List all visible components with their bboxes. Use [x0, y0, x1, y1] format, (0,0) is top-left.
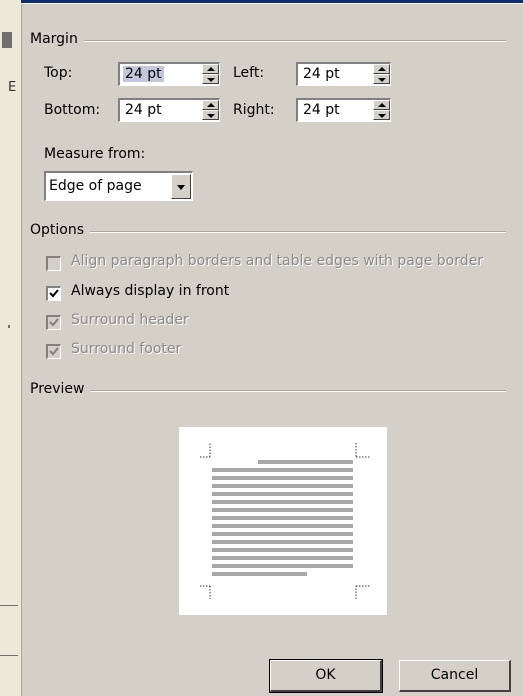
ok-button[interactable]: OK	[269, 659, 383, 693]
arrow-up-icon	[378, 103, 386, 107]
measure-from-label: Measure from:	[44, 146, 146, 162]
top-spin-up-button[interactable]	[202, 64, 219, 74]
right-spinner[interactable]: 24 pt	[296, 98, 391, 122]
arrow-up-icon	[207, 103, 215, 107]
always-display-in-front-label: Always display in front	[71, 283, 230, 299]
preview-line	[212, 500, 353, 504]
edge-divider	[0, 655, 18, 656]
top-spinner[interactable]: 24 pt	[118, 62, 220, 86]
left-spin-down-button[interactable]	[373, 74, 390, 84]
right-spin-down-button[interactable]	[373, 110, 390, 120]
preview-line	[212, 572, 307, 576]
arrow-down-icon	[207, 78, 215, 82]
bottom-spin-down-button[interactable]	[202, 110, 219, 120]
surround-footer-checkbox[interactable]	[46, 344, 61, 359]
always-display-in-front-checkbox[interactable]	[46, 286, 61, 301]
preview-line	[212, 556, 353, 560]
options-group-label: Options	[30, 222, 91, 238]
arrow-down-icon	[207, 114, 215, 118]
bottom-spin-up-button[interactable]	[202, 100, 219, 110]
preview-group-line	[30, 390, 506, 392]
preview-line	[212, 468, 353, 472]
preview-line	[212, 548, 353, 552]
arrow-down-icon	[378, 114, 386, 118]
preview-line	[212, 508, 353, 512]
left-spinner[interactable]: 24 pt	[296, 62, 391, 86]
preview-line	[212, 532, 353, 536]
cancel-button[interactable]: Cancel	[399, 660, 511, 692]
preview-line	[212, 484, 353, 488]
arrow-up-icon	[207, 67, 215, 71]
bottom-value[interactable]: 24 pt	[123, 102, 164, 118]
preview-group-label: Preview	[30, 381, 91, 397]
checkmark-icon	[49, 318, 59, 327]
dropdown-button[interactable]	[171, 174, 191, 199]
preview-line	[212, 492, 353, 496]
left-value[interactable]: 24 pt	[301, 66, 342, 82]
left-label: Left:	[233, 65, 265, 81]
right-spin-up-button[interactable]	[373, 100, 390, 110]
preview-line	[258, 460, 353, 464]
title-bar-highlight	[21, 3, 523, 4]
top-value[interactable]: 24 pt	[123, 66, 164, 82]
page-preview	[179, 427, 387, 615]
surround-header-label: Surround header	[71, 312, 189, 328]
background-window-edge	[0, 0, 22, 696]
options-group-line	[30, 231, 506, 233]
measure-from-value: Edge of page	[49, 178, 142, 194]
preview-line	[212, 476, 353, 480]
edge-scroll-mark	[2, 32, 12, 48]
align-paragraph-checkbox[interactable]	[46, 256, 61, 271]
bottom-label: Bottom:	[44, 102, 101, 118]
preview-line	[212, 524, 353, 528]
page-preview-drawing	[200, 443, 370, 599]
right-label: Right:	[233, 102, 275, 118]
arrow-down-icon	[378, 78, 386, 82]
edge-letter: E	[8, 80, 17, 95]
edge-divider	[0, 605, 18, 606]
surround-footer-label: Surround footer	[71, 341, 182, 357]
preview-line	[212, 540, 353, 544]
measure-from-select[interactable]: Edge of page	[44, 171, 193, 201]
top-spin-down-button[interactable]	[202, 74, 219, 84]
right-value[interactable]: 24 pt	[301, 102, 342, 118]
checkmark-icon	[49, 289, 59, 298]
edge-tick	[8, 325, 10, 328]
arrow-up-icon	[378, 67, 386, 71]
top-label: Top:	[44, 65, 73, 81]
left-spin-up-button[interactable]	[373, 64, 390, 74]
chevron-down-icon	[177, 185, 185, 190]
align-paragraph-label: Align paragraph borders and table edges …	[71, 253, 483, 269]
preview-line	[212, 564, 353, 568]
preview-line	[212, 516, 353, 520]
bottom-spinner[interactable]: 24 pt	[118, 98, 220, 122]
margin-group-line	[30, 40, 506, 42]
checkmark-icon	[49, 347, 59, 356]
margin-group-label: Margin	[30, 31, 84, 47]
surround-header-checkbox[interactable]	[46, 315, 61, 330]
